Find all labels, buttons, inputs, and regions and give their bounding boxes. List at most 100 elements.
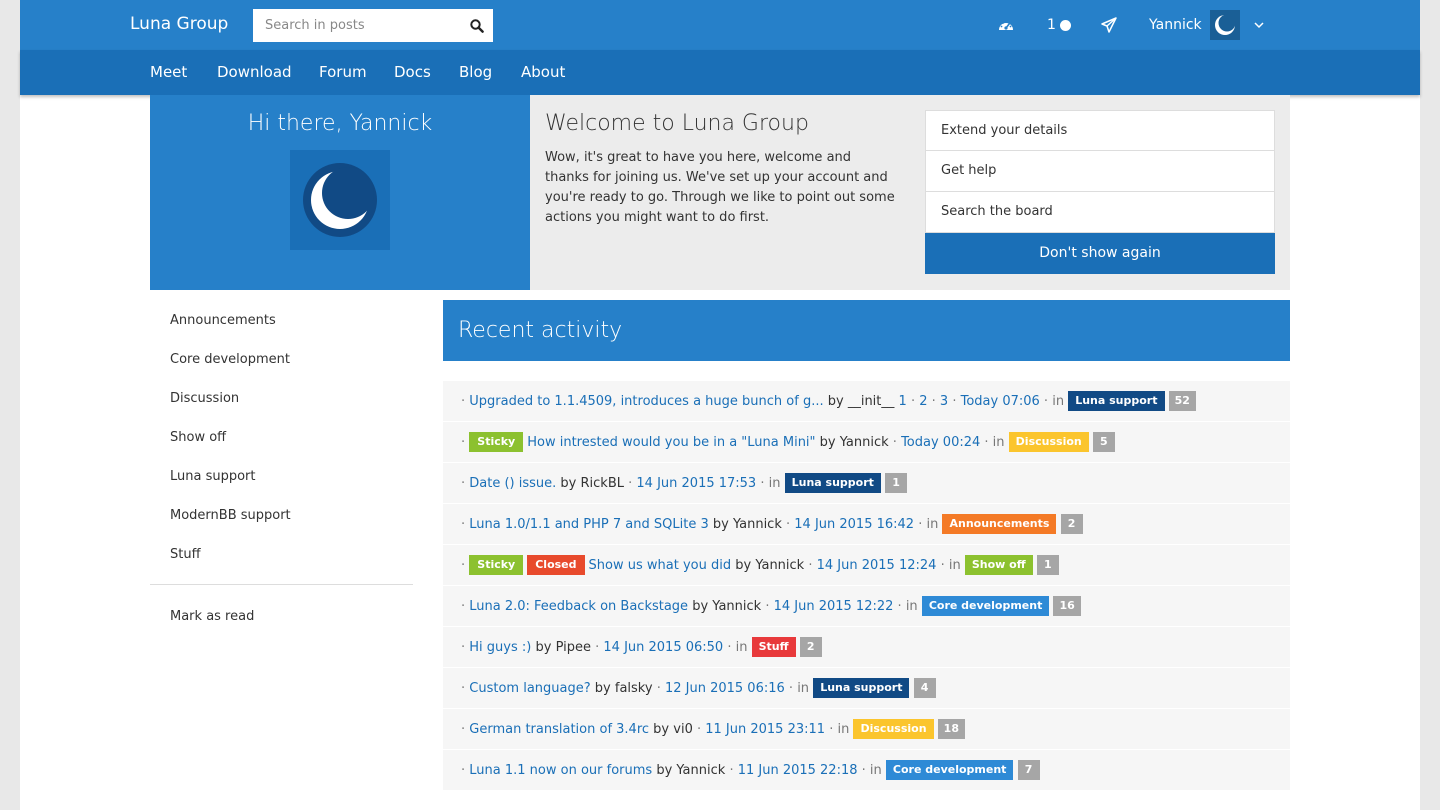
last-post-date[interactable]: 11 Jun 2015 23:11: [705, 722, 825, 737]
nav-download[interactable]: Download: [217, 50, 292, 95]
page-link[interactable]: 1: [899, 394, 907, 409]
sidebar-item-core-development[interactable]: Core development: [150, 340, 413, 379]
reply-count-badge: 2: [1060, 513, 1083, 534]
user-menu[interactable]: Yannick: [1149, 0, 1264, 50]
reply-count-badge: 2: [799, 636, 822, 657]
separator: ·: [906, 394, 920, 409]
page-link[interactable]: 3: [940, 394, 948, 409]
topic-link[interactable]: Custom language?: [469, 681, 590, 696]
reply-count-badge: 5: [1092, 431, 1115, 452]
forum-badge[interactable]: Stuff: [751, 636, 796, 657]
dont-show-again-button[interactable]: Don't show again: [925, 233, 1275, 274]
nav-meet[interactable]: Meet: [150, 50, 187, 95]
topic-link[interactable]: Upgraded to 1.1.4509, introduces a huge …: [469, 394, 823, 409]
list-item: · Luna 1.0/1.1 and PHP 7 and SQLite 3 by…: [443, 504, 1290, 545]
in-label: in: [797, 681, 810, 696]
in-label: in: [837, 722, 850, 737]
list-item: · Luna 2.0: Feedback on Backstage by Yan…: [443, 586, 1290, 627]
action-get-help[interactable]: Get help: [925, 151, 1275, 192]
sidebar-item-modernbb-support[interactable]: ModernBB support: [150, 496, 413, 535]
forum-badge[interactable]: Show off: [964, 554, 1033, 575]
chevron-down-icon: [1254, 21, 1264, 28]
dashboard-button[interactable]: [998, 0, 1014, 50]
search-button[interactable]: [461, 9, 493, 42]
mark-as-read-link[interactable]: Mark as read: [150, 597, 413, 636]
topic-author: falsky: [614, 681, 653, 696]
topic-link[interactable]: Luna 1.1 now on our forums: [469, 763, 652, 778]
nav-forum[interactable]: Forum: [319, 50, 367, 95]
greeting: Hi there, Yannick: [247, 111, 433, 136]
nav-about[interactable]: About: [521, 50, 565, 95]
search-input[interactable]: [253, 9, 461, 42]
sidebar-item-announcements[interactable]: Announcements: [150, 301, 413, 340]
notifications-button[interactable]: 1: [1047, 0, 1071, 50]
by-label: by: [827, 394, 844, 409]
forum-sidebar: Announcements Core development Discussio…: [150, 301, 413, 636]
last-post-date[interactable]: 14 Jun 2015 12:22: [774, 599, 894, 614]
page-link[interactable]: 2: [919, 394, 927, 409]
nav-docs[interactable]: Docs: [394, 50, 431, 95]
topic-author: Yannick: [755, 558, 805, 573]
by-label: by: [653, 722, 670, 737]
action-search-board[interactable]: Search the board: [925, 192, 1275, 233]
topic-author: Yannick: [676, 763, 726, 778]
reply-count-badge: 16: [1053, 595, 1081, 616]
reply-count-badge: 4: [913, 677, 936, 698]
last-post-date[interactable]: Today 07:06: [961, 394, 1040, 409]
list-item: · Sticky Closed Show us what you did by Ya…: [443, 545, 1290, 586]
sidebar-item-stuff[interactable]: Stuff: [150, 535, 413, 574]
separator: ·: [656, 681, 665, 696]
forum-badge[interactable]: Luna support: [1068, 390, 1165, 411]
topic-link[interactable]: Luna 2.0: Feedback on Backstage: [469, 599, 688, 614]
topic-link[interactable]: How intrested would you be in a "Luna Mi…: [527, 435, 815, 450]
sidebar-item-luna-support[interactable]: Luna support: [150, 457, 413, 496]
topic-link[interactable]: Date () issue.: [469, 476, 556, 491]
separator: ·: [857, 763, 870, 778]
separator: ·: [765, 599, 774, 614]
sticky-badge: Sticky: [469, 431, 524, 452]
last-post-date[interactable]: 14 Jun 2015 06:50: [603, 640, 723, 655]
bullet: ·: [461, 558, 470, 573]
sticky-badge: Sticky: [469, 554, 524, 575]
last-post-date[interactable]: 14 Jun 2015 16:42: [794, 517, 914, 532]
messages-button[interactable]: [1101, 0, 1117, 50]
sidebar-item-show-off[interactable]: Show off: [150, 418, 413, 457]
last-post-date[interactable]: 14 Jun 2015 17:53: [636, 476, 756, 491]
topic-link[interactable]: Luna 1.0/1.1 and PHP 7 and SQLite 3: [469, 517, 708, 532]
last-post-date[interactable]: 12 Jun 2015 06:16: [665, 681, 785, 696]
list-item: · Sticky How intrested would you be in a …: [443, 422, 1290, 463]
topic-author: Yannick: [732, 517, 782, 532]
nav-blog[interactable]: Blog: [459, 50, 492, 95]
forum-badge[interactable]: Discussion: [1008, 431, 1089, 452]
welcome-title: Welcome to Luna Group: [545, 111, 809, 136]
forum-badge[interactable]: Luna support: [813, 677, 910, 698]
topic-link[interactable]: Hi guys :): [469, 640, 531, 655]
last-post-date[interactable]: 14 Jun 2015 12:24: [817, 558, 937, 573]
topic-author: Yannick: [839, 435, 889, 450]
separator: ·: [723, 640, 736, 655]
last-post-date[interactable]: Today 00:24: [901, 435, 980, 450]
forum-badge[interactable]: Core development: [921, 595, 1050, 616]
forum-badge[interactable]: Announcements: [942, 513, 1057, 534]
sidebar-item-discussion[interactable]: Discussion: [150, 379, 413, 418]
reply-count-badge: 1: [1036, 554, 1059, 575]
forum-badge[interactable]: Discussion: [853, 718, 934, 739]
action-extend-details[interactable]: Extend your details: [925, 110, 1275, 151]
topic-link[interactable]: German translation of 3.4rc: [469, 722, 649, 737]
separator: ·: [808, 558, 817, 573]
recent-activity-list: · Upgraded to 1.1.4509, introduces a hug…: [443, 381, 1290, 791]
forum-badge[interactable]: Core development: [885, 759, 1014, 780]
send-icon: [1101, 17, 1117, 33]
luna-logo-icon: [303, 163, 377, 237]
reply-count-badge: 7: [1017, 759, 1040, 780]
by-label: by: [656, 763, 673, 778]
list-item: · Upgraded to 1.1.4509, introduces a hug…: [443, 381, 1290, 422]
closed-badge: Closed: [527, 554, 585, 575]
brand-logo[interactable]: Luna Group: [130, 14, 228, 34]
topic-link[interactable]: Show us what you did: [589, 558, 732, 573]
separator: ·: [756, 476, 769, 491]
last-post-date[interactable]: 11 Jun 2015 22:18: [738, 763, 858, 778]
profile-avatar[interactable]: [290, 150, 390, 250]
by-label: by: [735, 558, 752, 573]
forum-badge[interactable]: Luna support: [784, 472, 881, 493]
